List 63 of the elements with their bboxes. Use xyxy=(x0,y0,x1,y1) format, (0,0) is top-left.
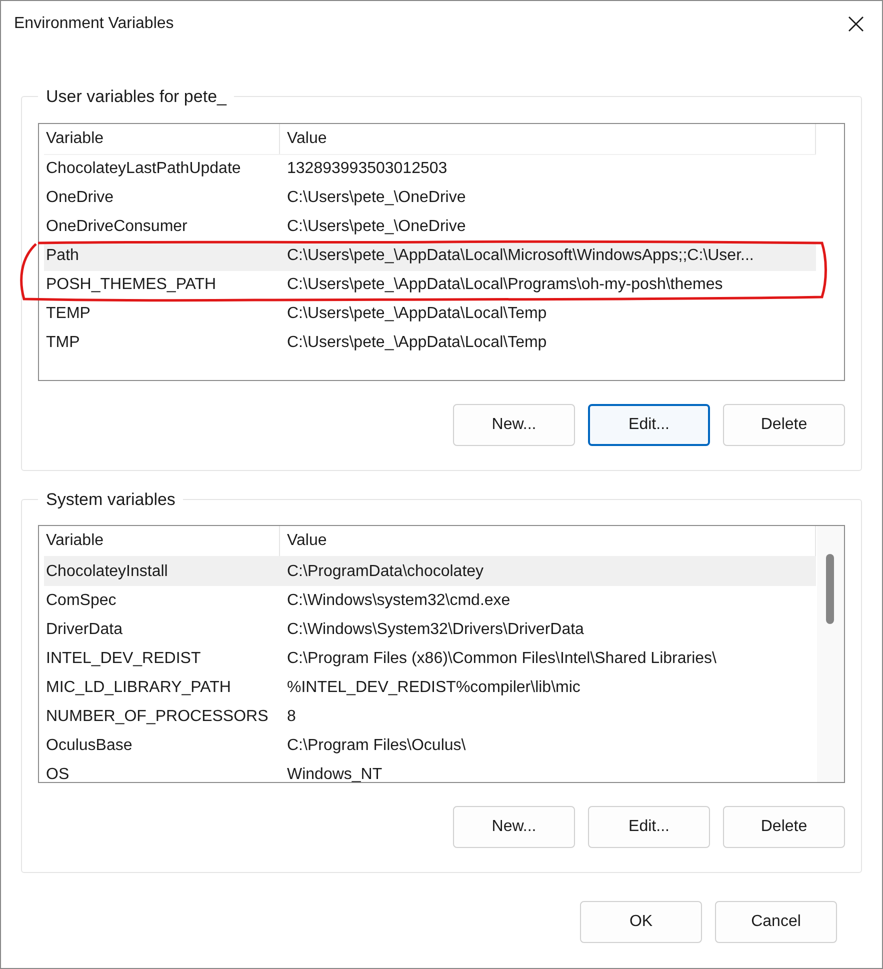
variable-value: C:\Users\pete_\OneDrive xyxy=(286,217,467,237)
list-row[interactable]: OneDrive C:\Users\pete_\OneDrive xyxy=(44,184,816,212)
list-row[interactable]: ComSpec C:\Windows\system32\cmd.exe xyxy=(44,586,816,615)
list-row[interactable]: NUMBER_OF_PROCESSORS 8 xyxy=(44,702,816,731)
variable-value: Windows_NT xyxy=(286,764,384,782)
variable-name: MIC_LD_LIBRARY_PATH xyxy=(45,678,232,698)
variable-name: OneDriveConsumer xyxy=(45,217,188,237)
group-label: System variables xyxy=(45,488,176,510)
list-row[interactable]: INTEL_DEV_REDIST C:\Program Files (x86)\Common Files\Intel\Shared Libraries\ xyxy=(44,644,816,673)
scrollbar[interactable] xyxy=(817,526,844,782)
column-header[interactable]: Value xyxy=(280,526,816,556)
scrollbar-thumb[interactable] xyxy=(826,554,834,624)
list-row[interactable]: Path C:\Users\pete_\AppData\Local\Microsoft\WindowsApps;;C:\User... xyxy=(44,242,816,270)
column-header[interactable]: Value xyxy=(280,124,816,154)
group-label: User variables for pete_ xyxy=(45,86,228,108)
variable-name: NUMBER_OF_PROCESSORS xyxy=(45,706,270,726)
dialog-button[interactable]: New... xyxy=(453,404,575,446)
list-row[interactable]: TEMP C:\Users\pete_\AppData\Local\Temp xyxy=(44,300,816,328)
list-row[interactable]: DriverData C:\Windows\System32\Drivers\DriverData xyxy=(44,615,816,644)
list-row[interactable]: TMP C:\Users\pete_\AppData\Local\Temp xyxy=(44,328,816,358)
window-title: Environment Variables xyxy=(14,14,174,34)
variable-name: OneDrive xyxy=(45,188,115,208)
variable-name: OculusBase xyxy=(45,736,134,756)
dialog-button[interactable]: New... xyxy=(453,806,575,848)
close-icon[interactable] xyxy=(847,15,865,33)
variable-name: DriverData xyxy=(45,620,124,640)
dialog-button[interactable]: Edit... xyxy=(588,404,710,446)
variable-value: C:\Users\pete_\AppData\Local\Programs\oh-my-posh\themes xyxy=(286,275,724,295)
variable-value: C:\Users\pete_\OneDrive xyxy=(286,188,467,208)
variable-name: ChocolateyInstall xyxy=(45,562,169,582)
list-row[interactable]: OculusBase C:\Program Files\Oculus\ xyxy=(44,731,816,760)
variable-value: %INTEL_DEV_REDIST%compiler\lib\mic xyxy=(286,678,582,698)
list-row[interactable]: OS Windows_NT xyxy=(44,760,816,782)
list-row[interactable]: POSH_THEMES_PATH C:\Users\pete_\AppData\Local\Programs\oh-my-posh\themes xyxy=(44,270,816,300)
list-row[interactable]: OneDriveConsumer C:\Users\pete_\OneDrive xyxy=(44,212,816,242)
variable-value: C:\Program Files\Oculus\ xyxy=(286,736,467,756)
variable-name: INTEL_DEV_REDIST xyxy=(45,648,202,668)
variable-value: C:\Windows\System32\Drivers\DriverData xyxy=(286,620,585,640)
column-header[interactable]: Variable xyxy=(44,526,280,556)
list-row[interactable]: ChocolateyLastPathUpdate 132893993503012503 xyxy=(44,154,816,184)
variable-value: C:\ProgramData\chocolatey xyxy=(286,562,485,582)
variable-value: C:\Program Files (x86)\Common Files\Intel\Shared Libraries\ xyxy=(286,648,718,668)
variable-name: TEMP xyxy=(45,304,92,324)
variable-name: TMP xyxy=(45,333,81,353)
list-row[interactable]: ChocolateyInstall C:\ProgramData\chocolatey xyxy=(44,557,816,586)
variable-value: 132893993503012503 xyxy=(286,159,448,179)
variable-value: C:\Windows\system32\cmd.exe xyxy=(286,590,512,610)
variable-value: C:\Users\pete_\AppData\Local\Microsoft\WindowsApps;;C:\User... xyxy=(286,246,755,266)
list-row[interactable]: MIC_LD_LIBRARY_PATH %INTEL_DEV_REDIST%compiler\lib\mic xyxy=(44,673,816,702)
variable-name: ComSpec xyxy=(45,590,118,610)
variable-name: OS xyxy=(45,764,70,782)
variable-name: POSH_THEMES_PATH xyxy=(45,275,218,295)
variable-value: C:\Users\pete_\AppData\Local\Temp xyxy=(286,304,548,324)
dialog-button[interactable]: Delete xyxy=(723,806,845,848)
dialog-button[interactable]: Cancel xyxy=(715,901,837,943)
variable-value: C:\Users\pete_\AppData\Local\Temp xyxy=(286,333,548,353)
variable-name: ChocolateyLastPathUpdate xyxy=(45,159,242,179)
dialog-button[interactable]: OK xyxy=(580,901,702,943)
variable-name: Path xyxy=(45,246,80,266)
dialog-button[interactable]: Edit... xyxy=(588,806,710,848)
variable-value: 8 xyxy=(286,706,297,726)
column-header[interactable]: Variable xyxy=(44,124,280,154)
dialog-button[interactable]: Delete xyxy=(723,404,845,446)
